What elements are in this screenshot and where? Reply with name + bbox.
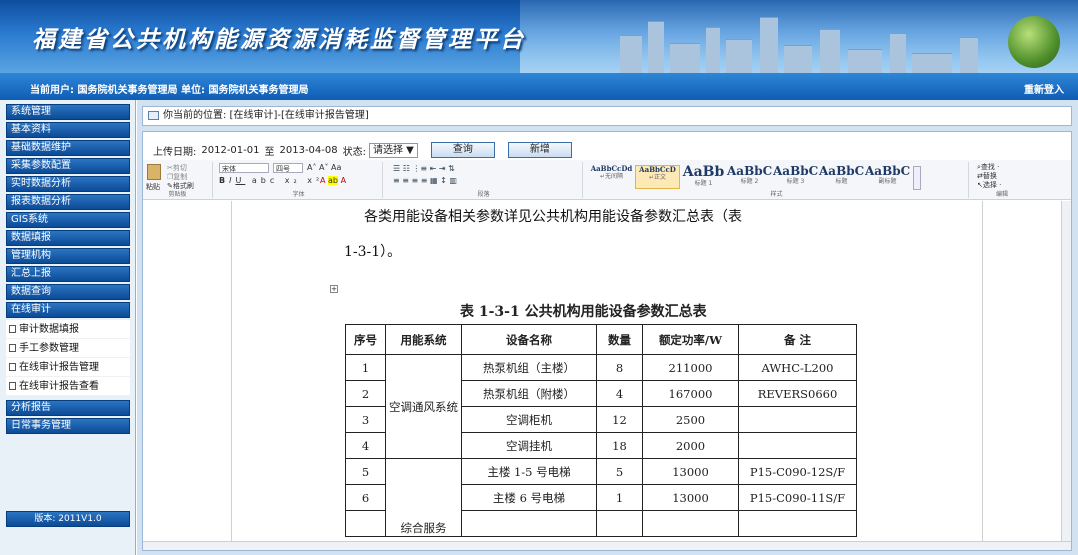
document-icon bbox=[9, 325, 16, 333]
clipboard-group-label: 剪贴板 bbox=[168, 191, 187, 198]
menu-base-data-maintenance[interactable]: 基础数据维护 bbox=[6, 140, 130, 156]
style-no-spacing[interactable]: AaBbCcDd ↵无间隔 bbox=[589, 165, 634, 189]
color-buttons[interactable]: A ab A bbox=[320, 176, 346, 185]
menu-report-analysis[interactable]: 报表数据分析 bbox=[6, 194, 130, 210]
menu-analysis-report[interactable]: 分析报告 bbox=[6, 400, 130, 416]
paragraph-group: ☰ ☷ ⋮≡ ⇤ ⇥ ⇅ ≡ ≡ ≡ ≡ ▦ ↕ ▥ 段落 bbox=[385, 162, 583, 198]
table-row: 1 空调通风系统 热泵机组（主楼） 8 211000 AWHC-L200 bbox=[345, 354, 857, 459]
table-row: 5 综合服务 主楼 1-5 号电梯 5 13000 P15-C090-12S/F bbox=[345, 458, 857, 537]
submenu-audit-report-management[interactable]: 在线审计报告管理 bbox=[6, 358, 130, 377]
status-label: 状态: bbox=[342, 146, 366, 158]
style-subtitle[interactable]: AaBbC 副标题 bbox=[865, 165, 910, 189]
date-label: 上传日期: bbox=[153, 146, 197, 158]
menu-realtime-analysis[interactable]: 实时数据分析 bbox=[6, 176, 130, 192]
header-banner: 福建省公共机构能源资源消耗监督管理平台 bbox=[0, 0, 1078, 73]
current-user-info: 当前用户: 国务院机关事务管理局 单位: 国务院机关事务管理局 bbox=[30, 85, 309, 96]
document-icon bbox=[9, 363, 16, 371]
style-heading-1[interactable]: AaBb 标题 1 bbox=[681, 165, 726, 189]
submenu-audit-report-view[interactable]: 在线审计报告查看 bbox=[6, 377, 130, 396]
menu-data-query[interactable]: 数据查询 bbox=[6, 284, 130, 300]
relogin-link[interactable]: 重新登入 bbox=[1024, 81, 1064, 96]
editing-group: ⌕查找 · ⇄替换 ↖选择 · 编辑 bbox=[971, 162, 1033, 198]
header-qty: 数量 bbox=[596, 324, 643, 355]
table-caption: 表 1-3-1 公共机构用能设备参数汇总表 bbox=[460, 304, 707, 320]
query-button[interactable]: 查询 bbox=[430, 142, 495, 158]
editing-group-label: 编辑 bbox=[995, 191, 1008, 198]
document-icon bbox=[9, 382, 16, 390]
style-normal[interactable]: AaBbCcD ↵正文 bbox=[635, 165, 680, 189]
paste-icon[interactable] bbox=[147, 164, 161, 180]
version-label: 版本: 2011V1.0 bbox=[6, 511, 130, 527]
clipboard-group: 粘贴 ✂剪切 ❐复制 ✎格式刷 剪贴板 bbox=[143, 162, 213, 198]
globe-logo-icon bbox=[1008, 16, 1060, 68]
font-size-select[interactable]: 四号 bbox=[273, 163, 303, 173]
align-buttons[interactable]: ≡ ≡ ≡ ≡ ▦ ↕ ▥ bbox=[393, 176, 457, 185]
header-no: 序号 bbox=[345, 324, 386, 355]
menu-basic-data[interactable]: 基本资料 bbox=[6, 122, 130, 138]
styles-group-label: 样式 bbox=[770, 191, 783, 198]
font-group: 宋体 四号 A˄ A˅ Aa BIU abc x₂ x² A ab A 字体 bbox=[215, 162, 383, 198]
add-button[interactable]: 新增 bbox=[507, 142, 572, 158]
end-date-input[interactable]: 2013-04-08 bbox=[278, 145, 340, 156]
header-system: 用能系统 bbox=[385, 324, 462, 355]
window-icon bbox=[148, 111, 159, 120]
sidebar: 系统管理 基本资料 基础数据维护 采集参数配置 实时数据分析 报表数据分析 GI… bbox=[0, 100, 136, 555]
paragraph-group-label: 段落 bbox=[477, 191, 490, 198]
font-group-label: 字体 bbox=[292, 191, 305, 198]
menu-collection-config[interactable]: 采集参数配置 bbox=[6, 158, 130, 174]
document-icon bbox=[9, 344, 16, 352]
styles-group: AaBbCcDd ↵无间隔 AaBbCcD ↵正文 AaBb 标题 1 AaBbC 标题… bbox=[585, 162, 969, 198]
menu-management-org[interactable]: 管理机构 bbox=[6, 248, 130, 264]
equipment-table: 序号 用能系统 设备名称 数量 额定功率/W 备 注 1 空调通风系统 热泵机组… bbox=[345, 324, 857, 537]
breadcrumb: 你当前的位置: [在线审计]-[在线审计报告管理] bbox=[142, 106, 1072, 126]
table-header-row: 序号 用能系统 设备名称 数量 额定功率/W 备 注 bbox=[345, 324, 857, 355]
menu-system-management[interactable]: 系统管理 bbox=[6, 104, 130, 120]
to-label: 至 bbox=[264, 146, 275, 158]
vertical-scrollbar[interactable] bbox=[1061, 201, 1071, 541]
horizontal-scrollbar[interactable] bbox=[143, 541, 1071, 550]
list-buttons[interactable]: ☰ ☷ ⋮≡ ⇤ ⇥ ⇅ bbox=[393, 164, 455, 173]
font-name-select[interactable]: 宋体 bbox=[219, 163, 269, 173]
start-date-input[interactable]: 2012-01-01 bbox=[199, 145, 261, 156]
submenu-manual-params[interactable]: 手工参数管理 bbox=[6, 339, 130, 358]
header-device: 设备名称 bbox=[461, 324, 597, 355]
paragraph-text: 各类用能设备相关参数详见公共机构用能设备参数汇总表（表 bbox=[364, 209, 742, 225]
document-page[interactable]: 各类用能设备相关参数详见公共机构用能设备参数汇总表（表 1-3-1）。 + 表 … bbox=[231, 201, 983, 541]
submenu-audit-data-entry[interactable]: 审计数据填报 bbox=[6, 320, 130, 339]
document-view: 各类用能设备相关参数详见公共机构用能设备参数汇总表（表 1-3-1）。 + 表 … bbox=[143, 201, 1071, 541]
paragraph-text-cont: 1-3-1）。 bbox=[344, 244, 402, 260]
style-heading-3[interactable]: AaBbC 标题 3 bbox=[773, 165, 818, 189]
status-select[interactable]: 请选择 ▼ bbox=[369, 142, 418, 158]
main-area: 你当前的位置: [在线审计]-[在线审计报告管理] 上传日期: 2012-01-… bbox=[137, 100, 1078, 555]
menu-online-audit[interactable]: 在线审计 bbox=[6, 302, 130, 318]
table-move-handle-icon[interactable]: + bbox=[330, 285, 338, 293]
style-heading-2[interactable]: AaBbC 标题 2 bbox=[727, 165, 772, 189]
group-cell-service: 综合服务 bbox=[385, 458, 462, 537]
grow-font-icon[interactable]: A˄ A˅ Aa bbox=[307, 163, 341, 172]
styles-more-button[interactable] bbox=[913, 166, 921, 190]
sidebar-menu: 系统管理 基本资料 基础数据维护 采集参数配置 实时数据分析 报表数据分析 GI… bbox=[6, 104, 130, 436]
menu-data-entry[interactable]: 数据填报 bbox=[6, 230, 130, 246]
platform-title: 福建省公共机构能源资源消耗监督管理平台 bbox=[32, 26, 526, 53]
menu-gis[interactable]: GIS系统 bbox=[6, 212, 130, 228]
header-power: 额定功率/W bbox=[642, 324, 739, 355]
menu-summary-report[interactable]: 汇总上报 bbox=[6, 266, 130, 282]
format-buttons[interactable]: BIU abc x₂ x² bbox=[219, 176, 323, 185]
menu-daily-affairs[interactable]: 日常事务管理 bbox=[6, 418, 130, 434]
content-frame: 上传日期: 2012-01-01 至 2013-04-08 状态: 请选择 ▼ … bbox=[142, 131, 1072, 551]
style-title[interactable]: AaBbC 标题 bbox=[819, 165, 864, 189]
word-ribbon: 粘贴 ✂剪切 ❐复制 ✎格式刷 剪贴板 宋体 四号 A˄ A˅ Aa BIU a… bbox=[143, 160, 1071, 200]
filter-bar: 上传日期: 2012-01-01 至 2013-04-08 状态: 请选择 ▼ … bbox=[153, 140, 572, 160]
header-note: 备 注 bbox=[738, 324, 857, 355]
user-bar: 当前用户: 国务院机关事务管理局 单位: 国务院机关事务管理局 重新登入 bbox=[0, 73, 1078, 100]
group-cell-hvac: 空调通风系统 bbox=[385, 354, 462, 459]
